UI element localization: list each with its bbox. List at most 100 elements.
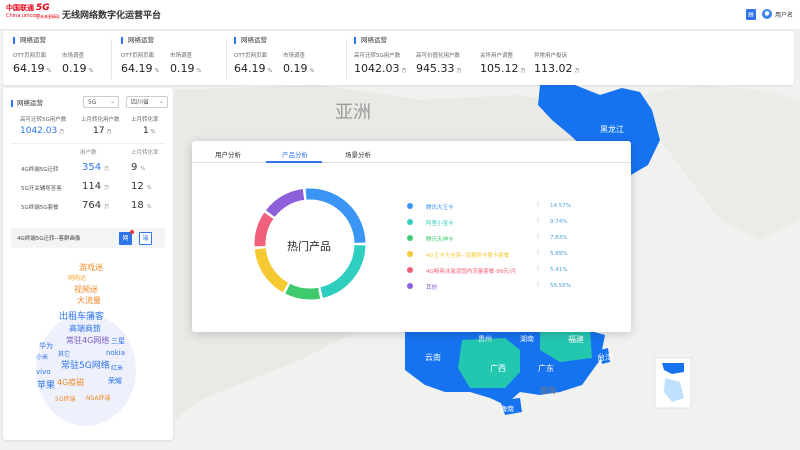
word-cloud-item: 荣耀 xyxy=(108,377,122,385)
metric-group-4: 网络运营 高可迁转5G用户数 1042.03 万 高可价值化用户数 945.33 万… xyxy=(354,31,614,85)
legend-value: 56.56% xyxy=(550,283,571,289)
word-cloud-item: vivo xyxy=(36,368,51,376)
legend-label: 4G畅爽冰激凌国内流量套餐-99元/月 xyxy=(426,269,517,275)
word-cloud-item: 网购达 xyxy=(68,275,87,282)
legend-dot-icon xyxy=(407,203,413,209)
metric-group-title: 网络运营 xyxy=(354,37,387,44)
word-cloud-item: 常驻4G网络 xyxy=(66,336,110,345)
metric-item: OTT页网页面 64.19% xyxy=(13,53,52,75)
map-label-heilongjiang: 黑龙江 xyxy=(600,125,624,134)
kpi-item: 上月转化率 1% xyxy=(131,117,159,136)
metric-item: 关怀用户调整 105.12 万 xyxy=(480,53,526,75)
legend-label: 阿里小宝卡 xyxy=(426,221,454,227)
chevron-down-icon: ⌄ xyxy=(158,98,164,105)
metric-item: 市场调查 0.19% xyxy=(170,53,202,75)
table-row[interactable]: 5G开关辅导答客 114 万 12% xyxy=(3,179,173,199)
metric-item: OTT页网页面 64.19% xyxy=(234,53,273,75)
legend-label: 其他 xyxy=(426,285,438,291)
legend-value: 5.89% xyxy=(550,251,568,257)
map-label-yunnan: 云南 xyxy=(425,353,441,362)
map-label-fujian: 福建 xyxy=(568,335,584,344)
legend-item[interactable]: 4G王卡大全系--流量随卡第卡套餐 | 5.89% xyxy=(192,249,631,261)
map-label-taiwan: 台湾 xyxy=(597,353,613,362)
legend-item[interactable]: 腾讯天神卡 | 7.83% xyxy=(192,233,631,245)
map-label-guangdong: 广东 xyxy=(538,364,554,373)
word-cloud-item: 视频迷 xyxy=(74,285,98,294)
map-label-hainan: 海南 xyxy=(500,405,514,413)
kpi-item: 上月转化用户数 17 万 xyxy=(81,117,120,136)
legend-dot-icon xyxy=(407,251,413,257)
legend-value: 7.83% xyxy=(550,235,568,241)
metric-item: 高可迁转5G用户数 1042.03 万 xyxy=(354,53,407,75)
word-cloud-item: 苹果 xyxy=(37,381,56,391)
metric-group-title: 网络运营 xyxy=(13,37,46,44)
metric-item: OTT页网页面 64.19% xyxy=(121,53,160,75)
word-cloud-item: 出租车蒲客 xyxy=(59,312,105,322)
legend-item[interactable]: 腾讯大王卡 | 14.57% xyxy=(192,201,631,213)
legend-label: 腾讯大王卡 xyxy=(426,205,454,211)
word-cloud-item: 5G终端 xyxy=(55,396,76,403)
network-button[interactable]: 网 xyxy=(119,230,134,245)
word-cloud-item: 高端商旅 xyxy=(69,324,101,333)
legend-label: 腾讯天神卡 xyxy=(426,237,454,243)
legend-dot-icon xyxy=(407,219,413,225)
legend-separator: | xyxy=(537,218,539,224)
word-cloud-item: 游戏迷 xyxy=(79,263,103,272)
column-header: 用户数 xyxy=(80,150,97,156)
legend-value: 14.57% xyxy=(550,203,571,209)
legend-value: 5.41% xyxy=(550,267,568,273)
china-unicom-logo: 中国联通 China unicom 5G 让未来更精彩 xyxy=(6,3,60,19)
legend-dot-icon xyxy=(407,267,413,273)
word-cloud-item: 大流量 xyxy=(77,296,101,305)
network-select[interactable]: 5G ⌄ xyxy=(83,96,119,108)
word-cloud-item: NSA终端 xyxy=(86,395,111,402)
legend-separator: | xyxy=(537,202,539,208)
user-icon[interactable]: ● xyxy=(762,9,772,19)
region-select[interactable]: 四川省 ⌄ xyxy=(126,96,168,108)
panel-title: 网络运营 xyxy=(11,100,43,107)
document-icon[interactable]: ▤ xyxy=(746,9,756,20)
app-title: 无线网络数字化运营平台 xyxy=(62,11,162,21)
legend-value: 9.74% xyxy=(550,219,568,225)
map-label-guangxi: 广西 xyxy=(490,364,506,373)
metric-item: 高可价值化用户数 945.33 万 xyxy=(416,53,462,75)
legend-item[interactable]: 阿里小宝卡 | 9.74% xyxy=(192,217,631,229)
word-cloud-item: 华为 xyxy=(39,342,53,350)
legend-item[interactable]: 其他 | 56.56% xyxy=(192,281,631,293)
table-row[interactable]: 5G终端5G套餐 764 万 18% xyxy=(3,198,173,218)
left-panel: 网络运营 5G ⌄ 四川省 ⌄ 高可迁转5G用户数 1042.03 万 上月转化用户数… xyxy=(3,88,173,440)
legend-separator: | xyxy=(537,282,539,288)
word-cloud-item: nokia xyxy=(106,349,126,357)
table-row[interactable]: 4G终端5G迁转 354 万 9% xyxy=(3,160,173,180)
word-cloud-item: 4G疫磁 xyxy=(57,378,85,387)
map-label-hunan: 湖南 xyxy=(520,335,534,343)
terminal-button[interactable]: 端 xyxy=(139,232,152,245)
segment-field[interactable]: 4G终端5G迁转--客群画像 网 端 xyxy=(11,228,165,248)
top-metrics-bar: 网络运营 OTT页网页面 64.19% 市场调查 0.19% 网络运营 OTT页… xyxy=(3,31,794,85)
metric-group-3: 网络运营 OTT页网页面 64.19% 市场调查 0.19% xyxy=(234,31,334,85)
legend-separator: | xyxy=(537,266,539,272)
legend-separator: | xyxy=(537,250,539,256)
divider xyxy=(11,143,165,144)
region-guangxi[interactable] xyxy=(458,338,520,388)
map-label-guizhou: 贵州 xyxy=(478,335,492,343)
word-cloud-item: 常驻5G网络 xyxy=(61,361,110,371)
map-label-south-sea: 南海 xyxy=(540,386,556,395)
metric-group-title: 网络运营 xyxy=(121,37,154,44)
word-cloud-item: 小米 xyxy=(36,354,49,361)
analysis-modal: 用户分析 产品分析 场景分析 热门产品 腾讯大王卡 | 14.57% 阿里小宝卡 | 9.… xyxy=(192,141,631,332)
legend-separator: | xyxy=(537,234,539,240)
app-header: 中国联通 China unicom 5G 让未来更精彩 无线网络数字化运营平台 … xyxy=(0,0,800,30)
word-cloud-item: 其它 xyxy=(58,351,71,358)
legend-item[interactable]: 4G畅爽冰激凌国内流量套餐-99元/月 | 5.41% xyxy=(192,265,631,277)
word-cloud-item: 红米 xyxy=(111,365,124,372)
metric-group-1: 网络运营 OTT页网页面 64.19% 市场调查 0.19% xyxy=(13,31,113,85)
notification-dot xyxy=(130,230,134,234)
column-header: 上月转化率 xyxy=(131,150,159,156)
map-label-asia: 亚洲 xyxy=(335,102,371,123)
metric-group-title: 网络运营 xyxy=(234,37,267,44)
user-name[interactable]: 用户名 xyxy=(775,10,793,19)
legend-dot-icon xyxy=(407,235,413,241)
word-cloud-item: 三星 xyxy=(111,337,125,345)
metric-item: 市场调查 0.19% xyxy=(283,53,315,75)
